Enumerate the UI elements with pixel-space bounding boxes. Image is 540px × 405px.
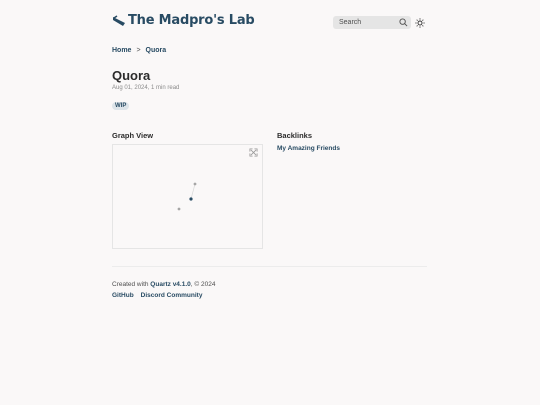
sun-icon[interactable] — [415, 18, 425, 28]
fullscreen-icon[interactable] — [249, 148, 258, 157]
backlinks-heading: Backlinks — [277, 131, 313, 140]
breadcrumb-current[interactable]: Quora — [146, 47, 167, 54]
graph-node-b[interactable] — [193, 182, 197, 186]
footer-link-discord[interactable]: Discord Community — [141, 292, 203, 299]
breadcrumb-separator: > — [136, 47, 141, 54]
site-title[interactable]: The Madpro's Lab — [128, 13, 255, 28]
quartz-link[interactable]: Quartz v4.1.0 — [150, 281, 190, 288]
breadcrumb-home[interactable]: Home — [112, 47, 131, 54]
footer-created-prefix: Created with — [112, 281, 151, 288]
backlink-item[interactable]: My Amazing Friends — [277, 145, 340, 152]
site-logo[interactable]: The Madpro's Lab — [112, 13, 255, 28]
search-placeholder: Search — [339, 19, 362, 26]
graph-node-a[interactable] — [177, 207, 181, 211]
search-icon — [399, 18, 408, 27]
logo-icon — [113, 14, 125, 26]
search-bar[interactable]: Search — [333, 16, 411, 29]
graph-canvas[interactable] — [113, 145, 264, 250]
footer-links: GitHub Discord Community — [112, 292, 202, 299]
article-meta: Aug 01, 2024, 1 min read — [112, 85, 180, 91]
breadcrumb: Home > Quora — [112, 47, 166, 54]
footer-credit: Created with Quartz v4.1.0, © 2024 — [112, 281, 215, 288]
footer-divider — [112, 266, 427, 267]
tag-wip[interactable]: WIP — [112, 102, 130, 110]
site-header: The Madpro's Lab Search — [112, 13, 428, 33]
graph-heading: Graph View — [112, 131, 154, 140]
footer-link-github[interactable]: GitHub — [112, 292, 134, 299]
page-title: Quora — [112, 68, 151, 83]
graph-view[interactable] — [112, 144, 263, 249]
graph-node-current[interactable] — [189, 197, 193, 201]
footer-created-suffix: , © 2024 — [190, 281, 216, 288]
